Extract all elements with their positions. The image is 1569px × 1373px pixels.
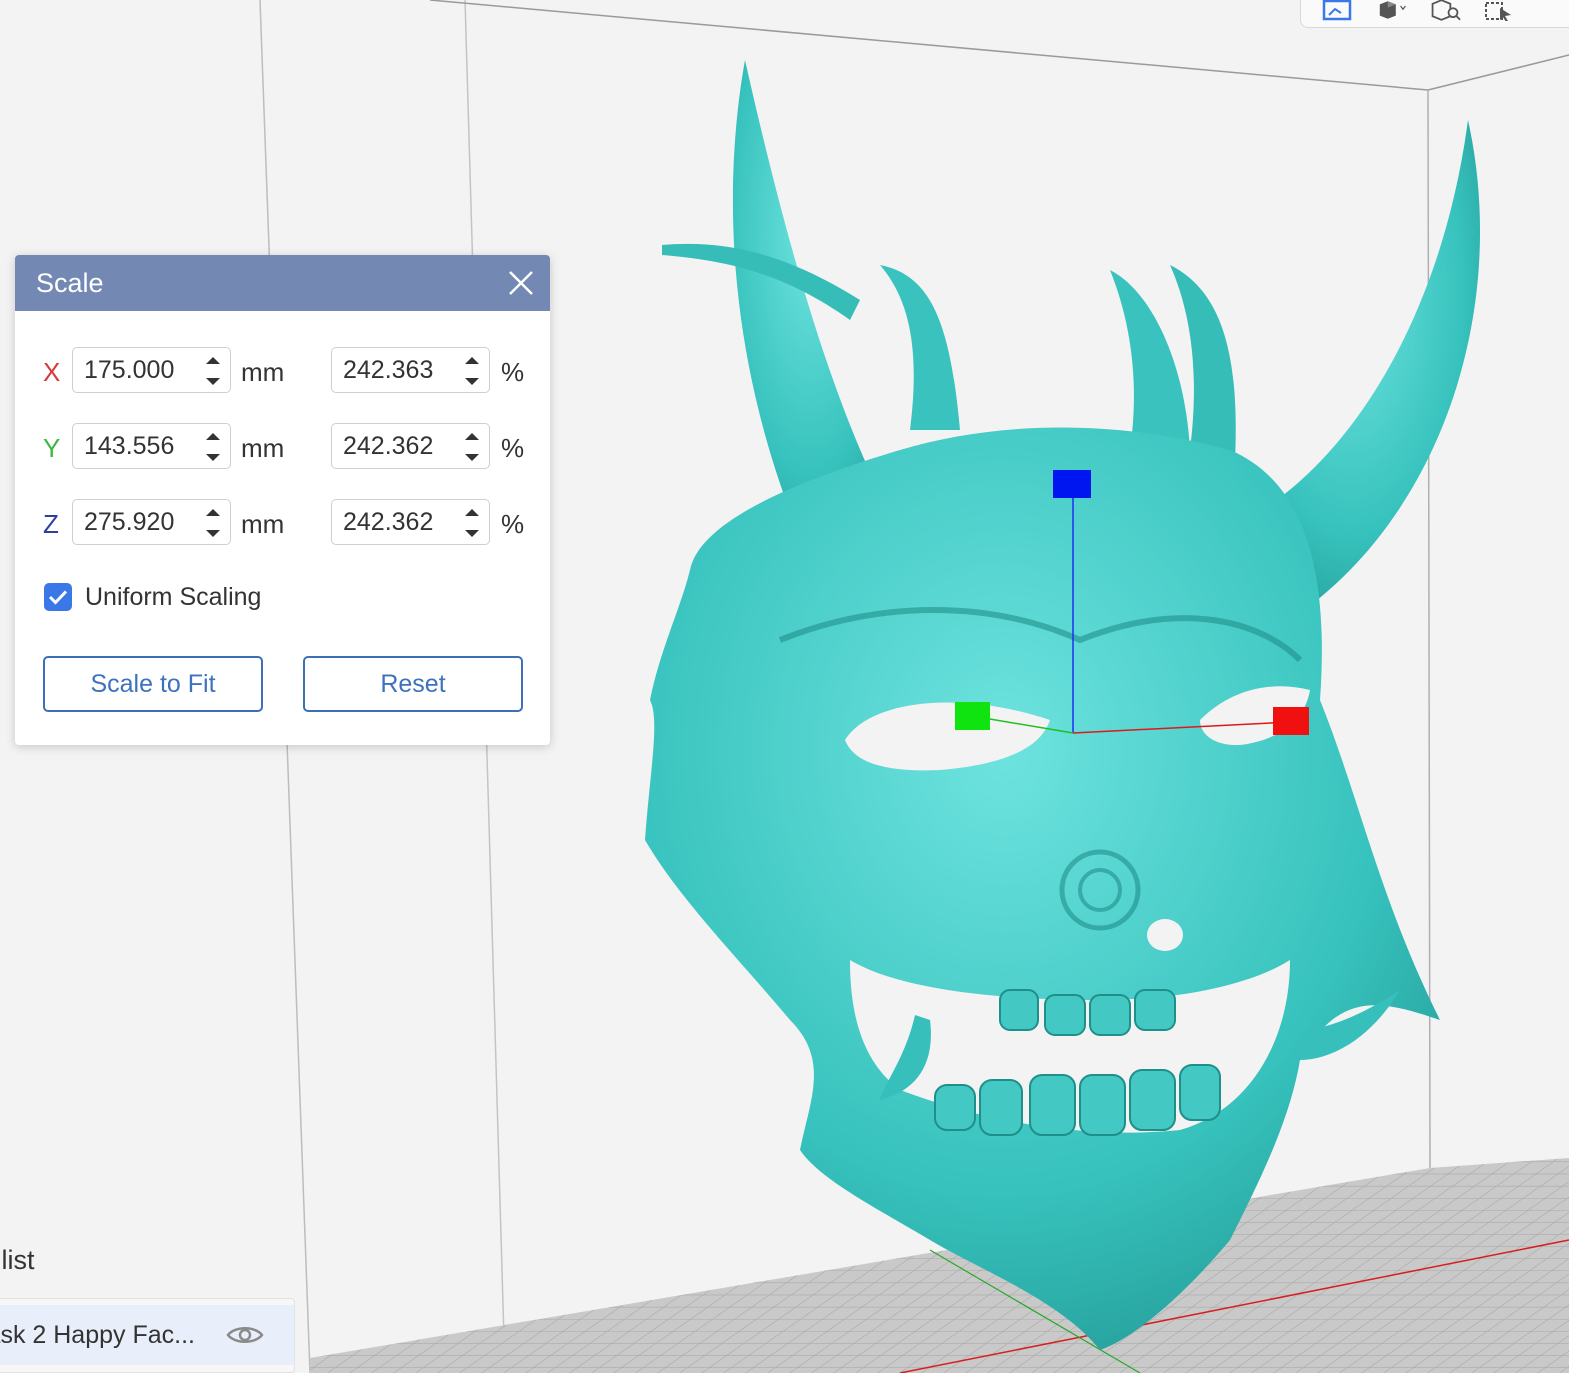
x-mm-input[interactable]	[73, 348, 198, 392]
y-percent-input[interactable]	[332, 424, 457, 468]
gizmo-handle-y[interactable]	[955, 702, 990, 730]
z-percent-unit: %	[501, 509, 525, 539]
gizmo-handle-x[interactable]	[1273, 707, 1309, 735]
object-list: lask 2 Happy Fac...	[0, 1298, 295, 1373]
uniform-scaling-row: Uniform Scaling	[44, 582, 261, 612]
reset-button[interactable]: Reset	[303, 656, 523, 712]
object-name: lask 2 Happy Fac...	[0, 1320, 195, 1349]
spin-down-icon[interactable]	[461, 525, 483, 541]
spin-up-icon[interactable]	[202, 352, 224, 368]
gizmo-handle-z[interactable]	[1053, 470, 1091, 498]
panel-title: Scale	[36, 267, 104, 298]
eye-icon[interactable]	[225, 1319, 265, 1351]
scale-to-fit-button[interactable]: Scale to Fit	[43, 656, 263, 712]
x-mm-stepper[interactable]	[202, 352, 224, 390]
z-mm-stepper[interactable]	[202, 504, 224, 542]
x-percent-stepper[interactable]	[461, 352, 483, 390]
z-mm-unit: mm	[241, 509, 285, 539]
spin-down-icon[interactable]	[461, 449, 483, 465]
z-percent-field[interactable]	[331, 499, 490, 545]
z-percent-input[interactable]	[332, 500, 457, 544]
spin-up-icon[interactable]	[461, 352, 483, 368]
z-mm-input[interactable]	[73, 500, 198, 544]
spin-down-icon[interactable]	[202, 525, 224, 541]
scale-panel: Scale X mm % Y	[15, 255, 550, 745]
view-toolbar	[1300, 0, 1569, 28]
model-mask[interactable]	[645, 60, 1481, 1350]
spin-down-icon[interactable]	[461, 373, 483, 389]
x-mm-unit: mm	[241, 357, 285, 387]
uniform-scaling-checkbox[interactable]	[44, 583, 72, 611]
axis-label-y: Y	[43, 433, 61, 463]
z-percent-stepper[interactable]	[461, 504, 483, 542]
select-icon[interactable]	[1483, 0, 1515, 21]
object-list-title: ect list	[0, 1245, 35, 1275]
x-percent-unit: %	[501, 357, 525, 387]
x-percent-field[interactable]	[331, 347, 490, 393]
close-icon[interactable]	[506, 268, 536, 298]
spin-down-icon[interactable]	[202, 449, 224, 465]
scale-row-y: Y mm %	[15, 423, 550, 471]
panel-header: Scale	[15, 255, 550, 311]
axis-label-z: Z	[43, 509, 59, 539]
x-percent-input[interactable]	[332, 348, 457, 392]
y-percent-stepper[interactable]	[461, 428, 483, 466]
spin-up-icon[interactable]	[461, 428, 483, 444]
y-mm-input[interactable]	[73, 424, 198, 468]
y-percent-field[interactable]	[331, 423, 490, 469]
axis-label-x: X	[43, 357, 61, 387]
view-icon[interactable]	[1321, 0, 1353, 21]
zoom-box-icon[interactable]	[1429, 0, 1461, 21]
y-percent-unit: %	[501, 433, 525, 463]
x-mm-field[interactable]	[72, 347, 231, 393]
scale-row-x: X mm %	[15, 347, 550, 395]
cube-icon[interactable]	[1375, 0, 1407, 21]
uniform-scaling-label: Uniform Scaling	[85, 582, 262, 611]
y-mm-field[interactable]	[72, 423, 231, 469]
scale-row-z: Z mm %	[15, 499, 550, 547]
y-mm-unit: mm	[241, 433, 285, 463]
z-mm-field[interactable]	[72, 499, 231, 545]
spin-down-icon[interactable]	[202, 373, 224, 389]
spin-up-icon[interactable]	[202, 428, 224, 444]
spin-up-icon[interactable]	[461, 504, 483, 520]
checkmark-icon	[48, 590, 68, 605]
spin-up-icon[interactable]	[202, 504, 224, 520]
y-mm-stepper[interactable]	[202, 428, 224, 466]
list-item[interactable]: lask 2 Happy Fac...	[0, 1305, 294, 1365]
